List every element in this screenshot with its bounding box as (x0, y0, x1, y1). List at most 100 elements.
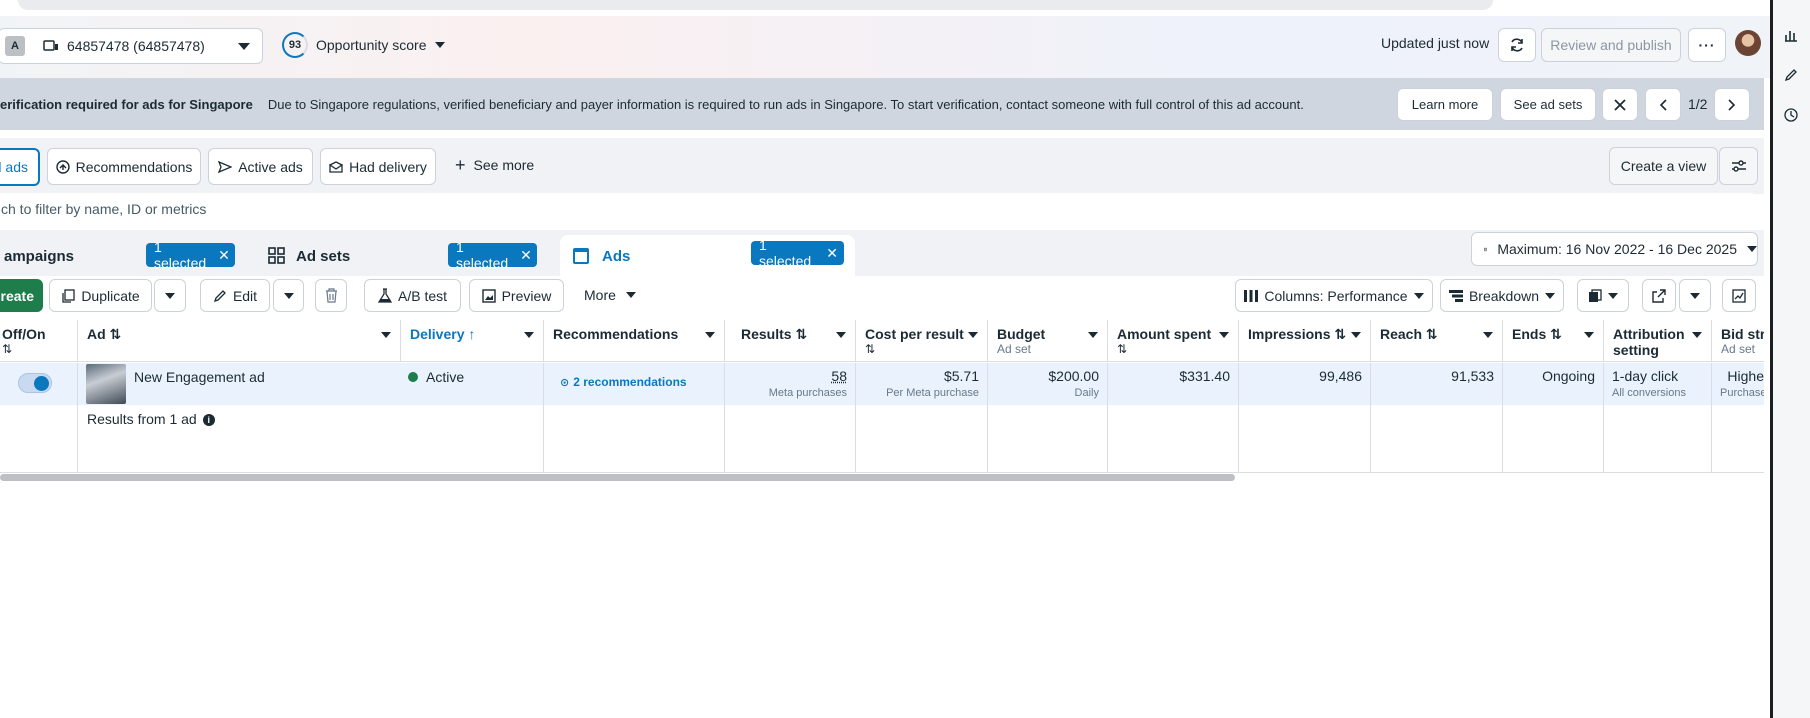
edit-dropdown[interactable] (273, 279, 304, 312)
duplicate-button[interactable]: Duplicate (49, 279, 152, 312)
chevron-down-icon[interactable] (381, 332, 391, 338)
more-options-button[interactable]: ··· (1688, 28, 1726, 62)
chevron-down-icon (1747, 246, 1757, 252)
refresh-button[interactable] (1498, 28, 1536, 62)
chevron-down-icon[interactable] (1584, 332, 1594, 338)
active-dot-icon (408, 372, 418, 382)
row-reach-cell: 91,533 (1371, 363, 1503, 405)
edit-button[interactable]: Edit (200, 279, 270, 312)
column-header-reach[interactable]: Reach ⇅ (1371, 320, 1503, 362)
opportunity-score[interactable]: 93 Opportunity score (282, 32, 445, 58)
delete-button[interactable] (315, 279, 347, 312)
delivery-header-label: Delivery ↑ (410, 326, 476, 342)
prev-button[interactable] (1645, 88, 1681, 121)
bar-chart-icon[interactable] (1784, 28, 1798, 45)
view-had-delivery[interactable]: Had delivery (320, 148, 436, 185)
chevron-down-icon[interactable] (705, 332, 715, 338)
create-view-button[interactable]: Create a view (1609, 147, 1718, 185)
campaigns-selected-label: 1 selected (154, 239, 207, 271)
chevron-down-icon[interactable] (1483, 332, 1493, 338)
attribution-value: 1-day click (1612, 368, 1679, 384)
ad-toggle[interactable] (18, 373, 52, 393)
tab-campaigns[interactable]: ampaigns 1 selected ✕ (0, 235, 246, 277)
horizontal-scrollbar[interactable] (0, 474, 1235, 481)
column-header-attribution[interactable]: Attribution setting (1604, 320, 1712, 362)
ads-selected-pill[interactable]: 1 selected ✕ (751, 237, 844, 269)
ab-test-button[interactable]: A/B test (364, 279, 461, 312)
date-range-button[interactable]: Maximum: 16 Nov 2022 - 16 Dec 2025 (1471, 232, 1758, 266)
ad-sets-selected-pill[interactable]: 1 selected ✕ (448, 239, 537, 271)
column-header-cost-per-result[interactable]: Cost per result ⇅ (856, 320, 988, 362)
info-icon[interactable]: i (202, 414, 215, 426)
close-banner-button[interactable] (1602, 88, 1638, 121)
create-button[interactable]: reate (0, 279, 43, 312)
updated-status: Updated just now (1381, 35, 1490, 51)
more-button[interactable]: More (584, 287, 636, 303)
search-input[interactable]: ch to filter by name, ID or metrics (0, 193, 1757, 225)
browser-address-bar[interactable] (18, 0, 1493, 10)
calendar-icon (1484, 247, 1488, 251)
history-icon[interactable] (1784, 108, 1798, 125)
recommendations-link[interactable]: ⊙ 2 recommendations (560, 375, 716, 389)
chevron-down-icon (1413, 292, 1424, 299)
pencil-icon[interactable] (1784, 68, 1798, 85)
row-results-cell: 58 Meta purchases (725, 363, 856, 405)
view-recommendations[interactable]: Recommendations (47, 148, 201, 185)
column-header-bid-strategy[interactable]: Bid straAd set (1712, 320, 1764, 362)
chevron-down-icon[interactable] (1219, 332, 1229, 338)
column-header-recommendations[interactable]: Recommendations (544, 320, 725, 362)
review-publish-button[interactable]: Review and publish (1541, 28, 1681, 62)
see-ad-sets-button[interactable]: See ad sets (1500, 88, 1596, 121)
column-header-budget[interactable]: Budget Ad set (988, 320, 1108, 362)
copy-icon (62, 288, 75, 303)
bid-sub: Purchase (1720, 387, 1764, 399)
view-settings-button[interactable] (1719, 147, 1758, 185)
row-ad-cell[interactable]: New Engagement ad (78, 363, 544, 405)
row-budget-cell: $200.00 Daily (988, 363, 1108, 405)
chevron-down-icon[interactable] (836, 332, 846, 338)
export-button[interactable] (1642, 279, 1676, 312)
campaigns-selected-pill[interactable]: 1 selected ✕ (146, 239, 235, 271)
column-header-offon[interactable]: Off/On ⇅ (0, 320, 78, 362)
column-header-results[interactable]: Results ⇅ (725, 320, 856, 362)
column-header-ad[interactable]: Ad ⇅ (78, 320, 401, 362)
charts-button[interactable] (1722, 279, 1756, 312)
columns-icon (1244, 289, 1259, 302)
duplicate-dropdown[interactable] (154, 279, 186, 312)
tab-ad-sets[interactable]: Ad sets 1 selected ✕ (258, 235, 550, 277)
view-active-ads-label: Active ads (238, 158, 303, 175)
column-header-impressions[interactable]: Impressions ⇅ (1239, 320, 1371, 362)
ads-icon (573, 248, 589, 264)
see-more-button[interactable]: + See more (455, 156, 534, 174)
learn-more-button[interactable]: Learn more (1397, 88, 1493, 121)
column-header-amount-spent[interactable]: Amount spent ⇅ (1108, 320, 1239, 362)
ab-test-label: A/B test (397, 287, 448, 304)
ad-name[interactable]: New Engagement ad (134, 369, 265, 385)
search-placeholder: ch to filter by name, ID or metrics (1, 201, 207, 217)
impressions-header-label: Impressions ⇅ (1248, 326, 1347, 342)
results-value[interactable]: 58 (831, 368, 847, 384)
tab-ads[interactable]: Ads 1 selected ✕ (560, 235, 855, 277)
reports-button[interactable] (1577, 279, 1629, 312)
chevron-down-icon[interactable] (524, 332, 534, 338)
preview-button[interactable]: Preview (469, 279, 564, 312)
columns-button[interactable]: Columns: Performance (1235, 279, 1433, 312)
results-header-label: Results ⇅ (741, 326, 808, 342)
chevron-down-icon (283, 292, 294, 299)
date-range-label: Maximum: 16 Nov 2022 - 16 Dec 2025 (1497, 241, 1737, 257)
row-cost-cell: $5.71 Per Meta purchase (856, 363, 988, 405)
chevron-down-icon[interactable] (968, 332, 978, 338)
breakdown-button[interactable]: Breakdown (1440, 279, 1564, 312)
tab-ads-label: Ads (602, 247, 631, 265)
chevron-down-icon[interactable] (1351, 332, 1361, 338)
chevron-down-icon[interactable] (1088, 332, 1098, 338)
view-active-ads[interactable]: Active ads (208, 148, 313, 185)
avatar[interactable] (1735, 30, 1761, 56)
column-header-delivery[interactable]: Delivery ↑ (401, 320, 544, 362)
column-header-ends[interactable]: Ends ⇅ (1503, 320, 1604, 362)
account-selector[interactable]: A 64857478 (64857478) (0, 28, 263, 64)
next-button[interactable] (1714, 88, 1750, 121)
export-dropdown[interactable] (1679, 279, 1711, 312)
view-all-ads[interactable]: ll ads (0, 148, 40, 186)
chevron-down-icon[interactable] (1692, 332, 1702, 338)
